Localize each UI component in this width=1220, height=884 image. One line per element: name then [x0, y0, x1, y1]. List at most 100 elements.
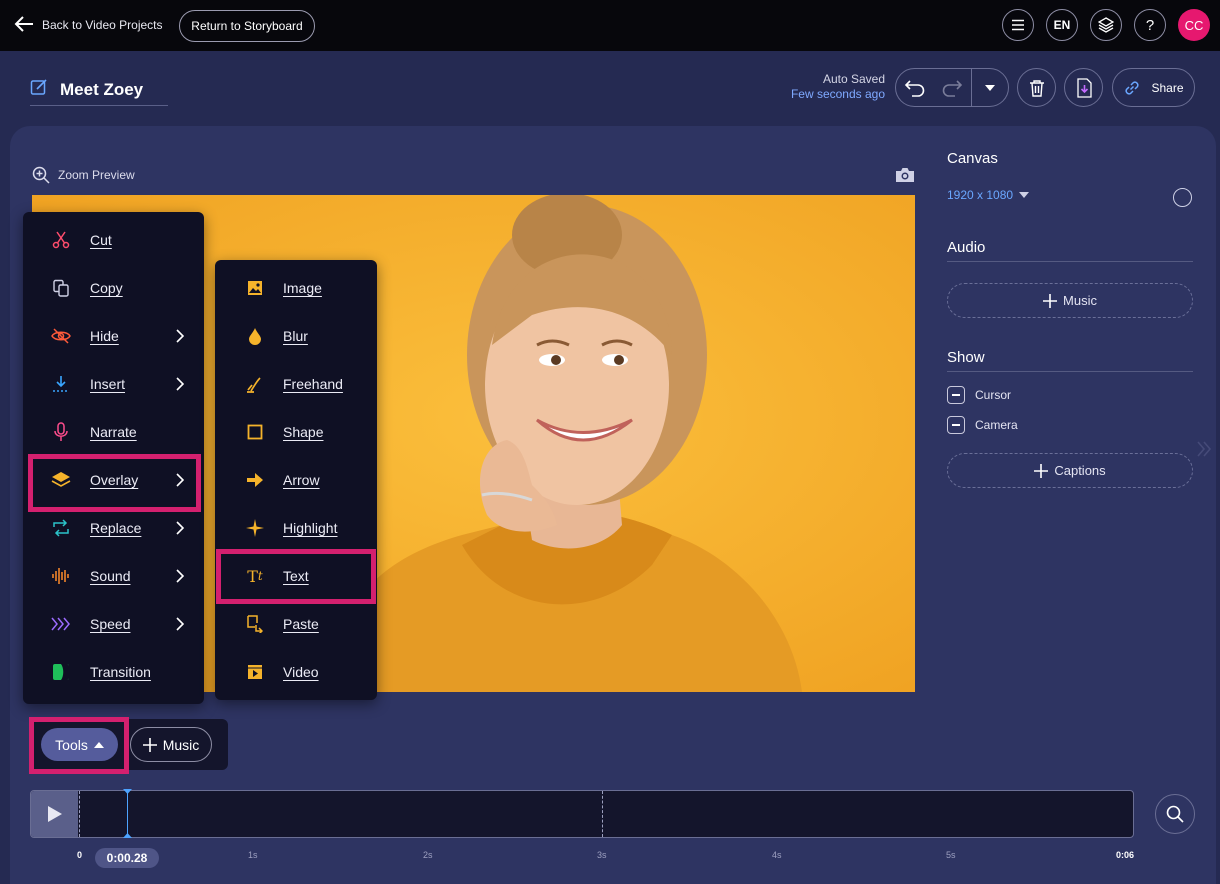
eye-slash-icon: [51, 326, 71, 346]
sparkle-icon: [245, 518, 265, 538]
menu-item-label: Video: [283, 664, 319, 680]
menu-item-copy[interactable]: Copy: [23, 264, 204, 312]
zoom-preview-button[interactable]: Zoom Preview: [32, 166, 135, 184]
add-captions-button[interactable]: Captions: [947, 453, 1193, 488]
menu-item-cut[interactable]: Cut: [23, 216, 204, 264]
current-time-badge: 0:00.28: [95, 848, 159, 868]
chevron-right-icon: [176, 569, 184, 583]
return-to-storyboard-button[interactable]: Return to Storyboard: [179, 10, 315, 42]
snapshot-button[interactable]: [894, 166, 916, 189]
transition-icon: [51, 662, 71, 682]
plus-icon: [1034, 463, 1049, 478]
audio-music-label: Music: [1063, 293, 1097, 308]
checkbox-indeterminate-icon: [947, 416, 965, 434]
menu-item-label: Transition: [90, 664, 151, 680]
show-cursor-checkbox[interactable]: Cursor: [947, 386, 1011, 404]
camera-icon: [896, 168, 914, 182]
menu-item-label: Arrow: [283, 472, 320, 488]
menu-item-hide[interactable]: Hide: [23, 312, 204, 360]
play-button[interactable]: [31, 791, 78, 837]
overlay-item-image[interactable]: Image: [215, 264, 377, 312]
autosave-label: Auto Saved: [822, 72, 885, 86]
search-icon: [1166, 805, 1184, 823]
menu-item-narrate[interactable]: Narrate: [23, 408, 204, 456]
overlay-item-blur[interactable]: Blur: [215, 312, 377, 360]
overlay-item-paste[interactable]: Paste: [215, 600, 377, 648]
zoom-in-icon: [32, 166, 50, 184]
add-audio-music-button[interactable]: Music: [947, 283, 1193, 318]
menu-item-label: Speed: [90, 616, 131, 632]
tools-highlight-box: [29, 717, 129, 774]
chevron-down-icon: [984, 84, 995, 91]
canvas-heading: Canvas: [947, 150, 998, 167]
layers-button[interactable]: [1090, 9, 1122, 41]
overlay-item-arrow[interactable]: Arrow: [215, 456, 377, 504]
menu-item-label: Shape: [283, 424, 324, 440]
menu-item-label: Freehand: [283, 376, 343, 392]
layers-icon: [1098, 17, 1114, 33]
avatar[interactable]: CC: [1178, 9, 1210, 41]
redo-button[interactable]: [933, 69, 970, 106]
overlay-item-highlight[interactable]: Highlight: [215, 504, 377, 552]
project-title-field[interactable]: Meet Zoey: [30, 74, 168, 106]
show-camera-label: Camera: [975, 418, 1018, 432]
delete-button[interactable]: [1017, 68, 1056, 107]
waveform-icon: [51, 566, 71, 586]
menu-item-label: Sound: [90, 568, 131, 584]
autosave-time: Few seconds ago: [790, 87, 885, 101]
download-button[interactable]: [1064, 68, 1103, 107]
share-button[interactable]: Share: [1112, 68, 1195, 107]
playhead[interactable]: [127, 791, 128, 837]
show-camera-checkbox[interactable]: Camera: [947, 416, 1018, 434]
download-icon: [1076, 77, 1092, 98]
chevron-right-icon: [176, 521, 184, 535]
menu-item-insert[interactable]: Insert: [23, 360, 204, 408]
back-to-projects-link[interactable]: Back to Video Projects: [14, 14, 163, 36]
speed-icon: [51, 614, 71, 634]
image-icon: [245, 278, 265, 298]
canvas-color-button[interactable]: [1173, 188, 1192, 207]
tick-label: 3s: [597, 850, 607, 860]
arrow-right-icon: [245, 470, 265, 490]
help-button[interactable]: ?: [1134, 9, 1166, 41]
tick-label: 0:06: [1116, 850, 1135, 860]
expand-panel-button[interactable]: [1196, 440, 1212, 463]
overlay-item-freehand[interactable]: Freehand: [215, 360, 377, 408]
timeline-segment-marker: [602, 791, 603, 837]
back-link-label: Back to Video Projects: [42, 18, 163, 32]
menu-item-label: Cut: [90, 232, 112, 248]
caret-down-icon: [1019, 192, 1030, 198]
canvas-size-select[interactable]: 1920 x 1080: [947, 188, 1030, 202]
timeline-search-button[interactable]: [1155, 794, 1195, 834]
add-music-button[interactable]: Music: [130, 727, 212, 762]
menu-item-label: Insert: [90, 376, 126, 392]
show-cursor-label: Cursor: [975, 388, 1012, 402]
menu-item-label: Copy: [90, 280, 123, 296]
tick-label: 1s: [248, 850, 258, 860]
play-icon: [47, 806, 62, 822]
more-actions-button[interactable]: [970, 69, 1008, 106]
menu-item-speed[interactable]: Speed: [23, 600, 204, 648]
undo-button[interactable]: [896, 69, 933, 106]
chevron-right-icon: [176, 329, 184, 343]
undo-redo-group: [895, 68, 1009, 107]
plus-icon: [142, 737, 157, 752]
undo-icon: [904, 79, 924, 97]
language-button[interactable]: EN: [1046, 9, 1078, 41]
insert-icon: [51, 374, 71, 394]
tick-label: 5s: [946, 850, 956, 860]
tick-label: 2s: [423, 850, 433, 860]
menu-button[interactable]: [1002, 9, 1034, 41]
overlay-highlight-box: [28, 454, 201, 512]
overlay-item-video[interactable]: Video: [215, 648, 377, 696]
timeline-start-marker: [79, 791, 80, 837]
menu-item-sound[interactable]: Sound: [23, 552, 204, 600]
square-icon: [245, 422, 265, 442]
audio-heading: Audio: [947, 239, 986, 256]
menu-item-transition[interactable]: Transition: [23, 648, 204, 696]
menu-item-label: Highlight: [283, 520, 338, 536]
timeline-track[interactable]: [30, 790, 1134, 838]
menu-item-label: Replace: [90, 520, 142, 536]
menu-item-label: Blur: [283, 328, 308, 344]
overlay-item-shape[interactable]: Shape: [215, 408, 377, 456]
